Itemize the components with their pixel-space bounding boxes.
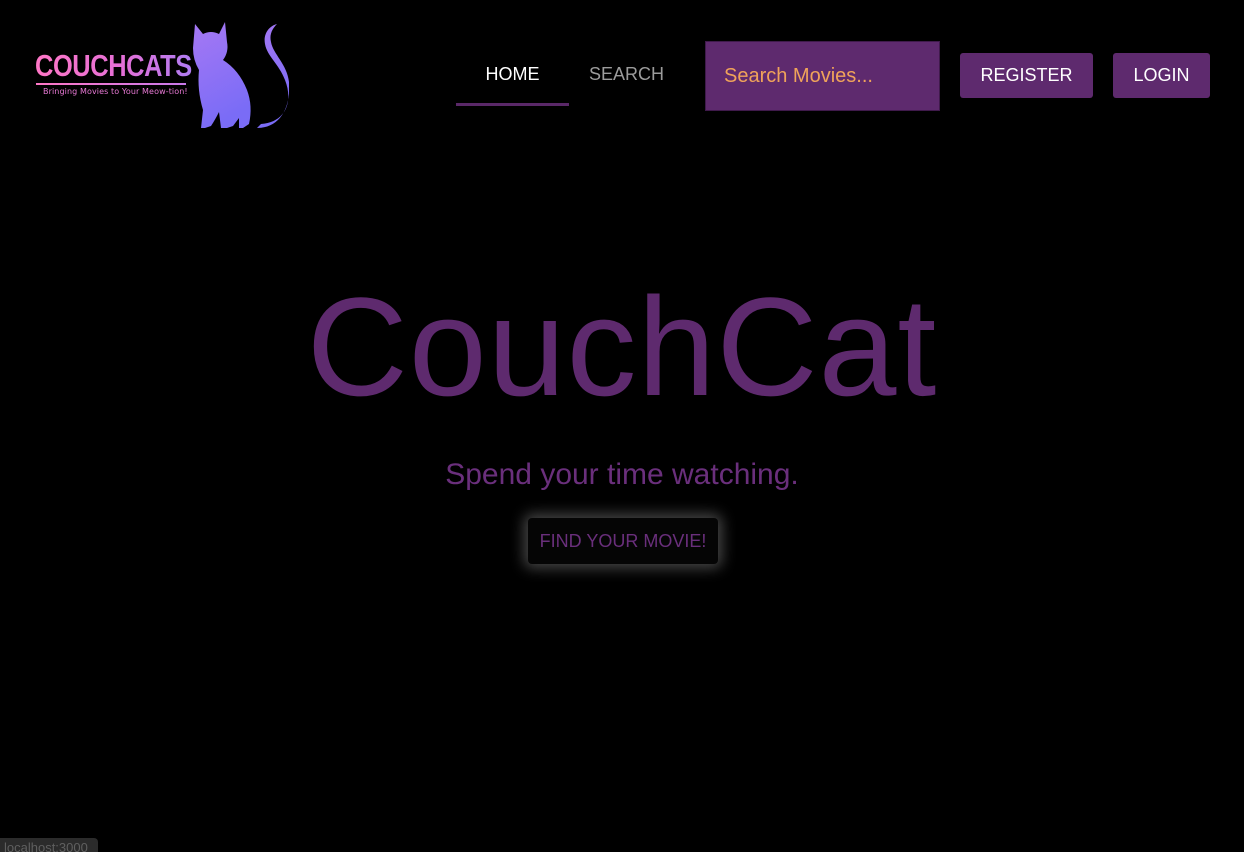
page: COUCHCATS Bringing Movies to Your Meow-t… xyxy=(0,0,1244,852)
register-button[interactable]: REGISTER xyxy=(960,53,1093,98)
cat-silhouette-icon xyxy=(193,22,289,128)
login-button-label: LOGIN xyxy=(1133,65,1190,85)
main-nav: HOME SEARCH xyxy=(456,42,684,106)
brand-logo[interactable]: COUCHCATS Bringing Movies to Your Meow-t… xyxy=(33,20,289,132)
tab-search[interactable]: SEARCH xyxy=(569,42,684,106)
tab-search-label: SEARCH xyxy=(588,63,664,84)
tab-home-label: HOME xyxy=(485,63,540,84)
search-input[interactable] xyxy=(722,63,939,89)
brand-tagline: Bringing Movies to Your Meow-tion! xyxy=(43,87,188,96)
brand-wordmark: COUCHCATS xyxy=(35,48,192,83)
login-button[interactable]: LOGIN xyxy=(1113,53,1210,98)
find-movie-button[interactable]: FIND YOUR MOVIE! xyxy=(528,518,718,564)
find-movie-button-label: FIND YOUR MOVIE! xyxy=(539,530,707,551)
tab-home[interactable]: HOME xyxy=(456,42,569,106)
status-bar-url: localhost:3000 xyxy=(0,838,98,852)
brand-underline xyxy=(36,83,186,85)
hero-title: CouchCat xyxy=(306,268,938,425)
search-box xyxy=(705,41,940,111)
hero-subtitle: Spend your time watching. xyxy=(445,458,799,491)
register-button-label: REGISTER xyxy=(980,65,1073,85)
